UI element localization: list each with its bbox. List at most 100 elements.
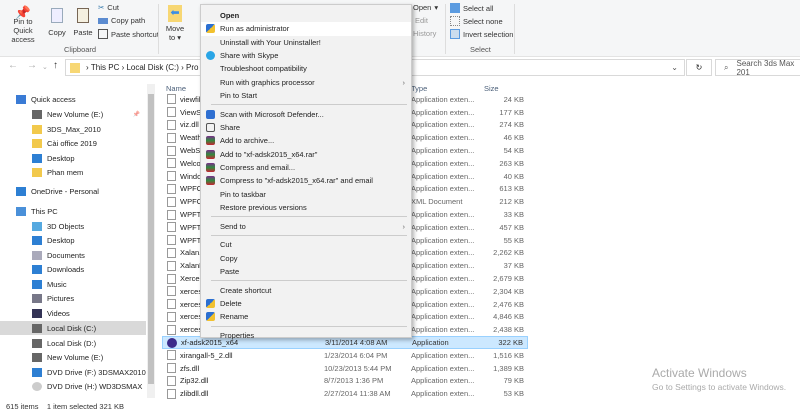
breadcrumb-this-pc[interactable]: This PC [91, 63, 119, 72]
move-to-button[interactable]: ⬅ Move to ▾ [163, 5, 187, 42]
sidebar-item[interactable]: Videos [0, 306, 146, 320]
file-icon [167, 196, 176, 207]
sidebar-item[interactable]: Phan mem [0, 165, 146, 179]
file-row[interactable]: zlibdll.dll 2/27/2014 11:38 AM Application… [162, 387, 528, 400]
file-size: 40 KB [503, 171, 524, 181]
column-header-size[interactable]: Size [484, 84, 499, 93]
menu-item[interactable]: Pin to Start [201, 89, 411, 102]
file-size: 2,476 KB [493, 299, 524, 309]
recent-locations-button[interactable]: ⌄ [42, 63, 48, 71]
search-input[interactable]: ⌕ Search 3ds Max 201 [715, 59, 800, 77]
column-header-type[interactable]: Type [411, 84, 427, 93]
menu-item[interactable]: Run with graphics processor › [201, 76, 411, 89]
breadcrumb-local-disk[interactable]: Local Disk (C:) [126, 63, 178, 72]
search-icon: ⌕ [724, 62, 729, 72]
menu-item[interactable]: Troubleshoot compatibility [201, 62, 411, 75]
copy-path-button[interactable]: Copy path [98, 16, 145, 25]
menu-item[interactable]: Open [201, 9, 411, 22]
menu-item[interactable]: Copy [201, 252, 411, 265]
sidebar-item[interactable]: Desktop [0, 233, 146, 247]
menu-item[interactable]: Delete [201, 297, 411, 310]
sidebar-item[interactable]: 3DS_Max_2010 [0, 122, 146, 136]
menu-item[interactable]: Rename [201, 310, 411, 323]
sidebar-item[interactable]: OneDrive - Personal [0, 184, 146, 198]
menu-item[interactable]: Create shortcut [201, 284, 411, 297]
sidebar-item[interactable]: Pictures [0, 291, 146, 305]
paste-shortcut-button[interactable]: Paste shortcut [98, 29, 159, 39]
menu-item[interactable]: Compress to "xf-adsk2015_x64.rar" and em… [201, 174, 411, 187]
file-name: xirangall-5_2.dll [180, 350, 233, 360]
file-size: 4,846 KB [493, 312, 524, 322]
select-none-button[interactable]: Select none [450, 16, 503, 26]
sidebar-item[interactable]: This PC [0, 204, 146, 218]
menu-item[interactable]: Uninstall with Your Uninstaller! [201, 36, 411, 49]
drive-icon [32, 323, 42, 333]
menu-item[interactable]: Scan with Microsoft Defender... [201, 108, 411, 121]
select-group-label: Select [470, 45, 491, 54]
menu-item-label: Send to [220, 221, 246, 231]
refresh-button[interactable]: ↻ [686, 59, 712, 76]
sidebar-item[interactable]: Local Disk (C:) [0, 321, 146, 335]
edit-button[interactable]: Edit [415, 16, 428, 25]
copy-button[interactable]: Copy [45, 8, 69, 37]
file-row[interactable]: zfs.dll 10/23/2013 5:44 PM Application ext… [162, 362, 528, 375]
select-all-button[interactable]: Select all [450, 3, 493, 13]
copy-path-icon [98, 17, 108, 24]
menu-item-label: Share with Skype [220, 51, 279, 61]
file-icon [167, 286, 176, 297]
drive-icon [32, 338, 42, 348]
breadcrumb-program[interactable]: Pro [186, 63, 198, 72]
file-size: 2,679 KB [493, 274, 524, 284]
menu-item[interactable]: Add to archive... [201, 134, 411, 147]
file-row[interactable]: xirangall-5_2.dll 1/23/2014 6:04 PM Applic… [162, 349, 528, 362]
sidebar-item[interactable]: Documents [0, 248, 146, 262]
sidebar-scrollbar[interactable] [147, 84, 155, 398]
sidebar-item-label: DVD Drive (F:) 3DSMAX2010 [47, 367, 146, 377]
history-button[interactable]: History [413, 29, 436, 38]
chevron-down-icon[interactable]: ⌄ [671, 63, 678, 72]
file-type: Application exten... [411, 363, 475, 373]
menu-item[interactable]: Compress and email... [201, 161, 411, 174]
column-header-name[interactable]: Name [166, 84, 186, 93]
menu-item[interactable]: Paste [201, 265, 411, 278]
shield-icon [206, 312, 215, 322]
sidebar-item[interactable]: Quick access [0, 92, 146, 106]
menu-item[interactable]: Cut [201, 238, 411, 251]
sidebar-item[interactable]: New Volume (E:) [0, 350, 146, 364]
file-icon [167, 158, 176, 169]
pin-icon[interactable]: 📌 [133, 111, 140, 118]
document-icon [32, 250, 42, 260]
sidebar-item[interactable]: DVD Drive (F:) 3DSMAX2010 [0, 365, 146, 379]
menu-item-label: Compress and email... [220, 162, 296, 172]
sidebar-item[interactable]: Downloads [0, 262, 146, 276]
cut-button[interactable]: ✂ Cut [98, 3, 119, 12]
sidebar-item[interactable]: Local Disk (D:) [0, 336, 146, 350]
sidebar-item[interactable]: Cài office 2019 [0, 136, 146, 150]
paste-button[interactable]: Paste [70, 8, 96, 37]
clipboard-group-label: Clipboard [64, 45, 97, 54]
menu-item[interactable]: Share with Skype [201, 49, 411, 62]
sidebar-item-label: Desktop [47, 153, 75, 163]
menu-item[interactable]: Properties [201, 329, 411, 342]
menu-item[interactable]: Restore previous versions [201, 201, 411, 214]
sidebar-item[interactable]: Desktop [0, 151, 146, 165]
pin-quick-access-button[interactable]: 📌 Pin to Quick access [3, 6, 43, 44]
menu-item[interactable]: Add to "xf-adsk2015_x64.rar" [201, 148, 411, 161]
forward-button[interactable]: → [27, 60, 37, 71]
sidebar-item[interactable]: New Volume (E:) 📌 [0, 107, 146, 121]
back-button[interactable]: ← [8, 60, 18, 71]
menu-item[interactable]: Pin to taskbar [201, 187, 411, 200]
sidebar-item[interactable]: Music [0, 277, 146, 291]
sidebar-item[interactable]: 3D Objects [0, 219, 146, 233]
invert-selection-button[interactable]: Invert selection [450, 29, 513, 39]
open-button[interactable]: Open ▾ [413, 3, 438, 12]
menu-item[interactable]: Share [201, 121, 411, 134]
sidebar-item-label: Music [47, 279, 67, 289]
file-size: 54 KB [503, 146, 524, 156]
folder-icon [32, 138, 42, 148]
menu-item[interactable]: Run as administrator [201, 22, 411, 36]
up-button[interactable]: ↑ [53, 60, 58, 71]
menu-item[interactable]: Send to › [201, 220, 411, 233]
sidebar-item[interactable]: DVD Drive (H:) WD3DSMAX [0, 379, 146, 393]
file-row[interactable]: Zip32.dll 8/7/2013 1:36 PM Application ext… [162, 375, 528, 388]
